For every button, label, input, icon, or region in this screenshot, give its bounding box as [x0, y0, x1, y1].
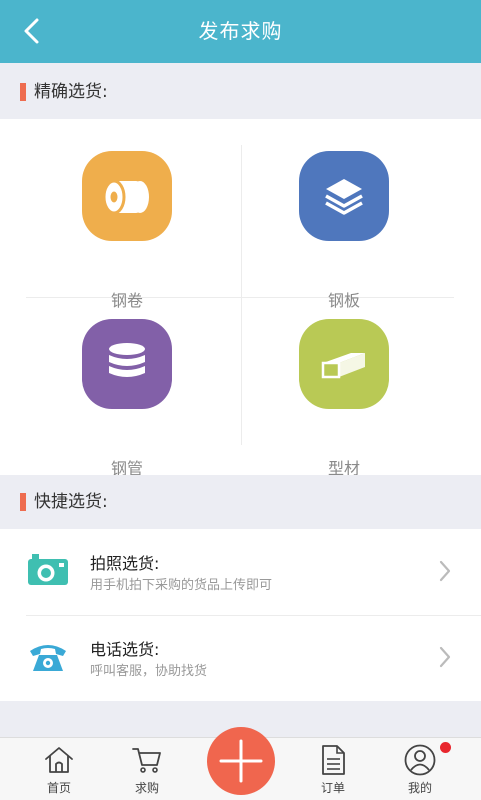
phone-icon	[30, 645, 66, 671]
steel-plate-icon	[299, 151, 389, 241]
section-marker	[20, 493, 26, 511]
home-icon	[45, 747, 73, 773]
list-item-subtitle: 用手机拍下采购的货品上传即可	[90, 578, 273, 593]
order-icon	[322, 745, 345, 775]
tab-orders[interactable]: 订单	[303, 738, 363, 800]
category-label: 钢板	[327, 291, 360, 310]
list-item-phone-select[interactable]: 电话选货: 呼叫客服，协助找货	[0, 615, 481, 701]
tab-home[interactable]: 首页	[29, 738, 89, 800]
list-item-title: 电话选货:	[90, 640, 160, 659]
list-item-title: 拍照选货:	[90, 554, 160, 573]
category-label: 钢卷	[110, 291, 143, 310]
plus-icon	[219, 739, 263, 783]
chevron-right-icon	[439, 560, 451, 582]
chevron-right-icon	[439, 646, 451, 668]
section-marker	[20, 83, 26, 101]
page-title: 发布求购	[198, 19, 283, 43]
steel-coil-icon	[82, 151, 172, 241]
category-steel-pipe[interactable]: 钢管	[27, 319, 227, 478]
grid-divider-vertical	[241, 145, 242, 445]
publish-plus-button[interactable]	[207, 727, 275, 795]
list-item-subtitle: 呼叫客服，协助找货	[90, 664, 208, 679]
tab-label: 首页	[46, 781, 71, 795]
category-steel-profile[interactable]: 型材	[244, 319, 444, 478]
category-grid: 钢卷 钢板 钢管 型材	[0, 119, 481, 478]
section-title: 快捷选货:	[34, 492, 108, 512]
category-steel-coil[interactable]: 钢卷	[27, 151, 227, 310]
precise-section-header: 精确选货:	[0, 65, 481, 119]
tab-label: 订单	[320, 781, 345, 795]
camera-icon	[28, 554, 68, 585]
category-steel-plate[interactable]: 钢板	[244, 151, 444, 310]
quick-list: 拍照选货: 用手机拍下采购的货品上传即可 电话选货: 呼叫客服，协助找货	[0, 529, 481, 701]
tab-label: 求购	[134, 781, 159, 795]
quick-section-header: 快捷选货:	[0, 475, 481, 529]
cart-icon	[132, 748, 161, 773]
header: 发布求购	[0, 0, 481, 63]
profile-icon	[404, 744, 436, 776]
section-title: 精确选货:	[34, 82, 108, 102]
tab-label: 我的	[407, 781, 432, 795]
notification-badge	[440, 742, 451, 753]
list-item-photo-select[interactable]: 拍照选货: 用手机拍下采购的货品上传即可	[0, 529, 481, 616]
steel-pipe-icon	[82, 319, 172, 409]
tab-purchase[interactable]: 求购	[117, 738, 177, 800]
steel-profile-icon	[299, 319, 389, 409]
